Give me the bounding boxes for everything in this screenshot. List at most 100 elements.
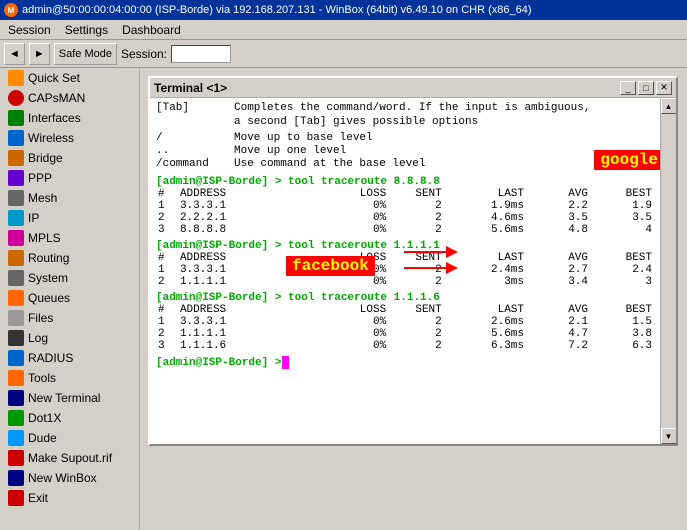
terminal-title: Terminal <1> [154, 81, 227, 95]
table-cell-best: 1.5 [590, 316, 654, 328]
table-cell-loss: 0% [315, 200, 388, 212]
log-icon [8, 330, 24, 346]
table-cell-best: 6.3 [590, 340, 654, 352]
routing-icon [8, 250, 24, 266]
cursor [282, 356, 289, 369]
sidebar-item-newwinbox[interactable]: New WinBox [0, 468, 139, 488]
menu-dashboard[interactable]: Dashboard [116, 22, 187, 38]
help-command-desc: Use command at the base level [234, 158, 425, 170]
system-icon [8, 270, 24, 286]
table-cell-last: 1.9ms [444, 200, 526, 212]
table-cell-last: 4.6ms [444, 212, 526, 224]
table-cell-last: 5.6ms [444, 224, 526, 236]
table-cell-sent: 2 [388, 340, 444, 352]
table-cell-avg: 2.2 [526, 200, 590, 212]
sidebar-item-tools[interactable]: Tools [0, 368, 139, 388]
sidebar-item-bridge[interactable]: Bridge [0, 148, 139, 168]
title-bar: M admin@50:00:00:04:00:00 (ISP-Borde) vi… [0, 0, 687, 20]
table-cell-loss: 0% [315, 328, 388, 340]
newwinbox-icon [8, 470, 24, 486]
table-cell-addr: 1.1.1.1 [178, 328, 315, 340]
bridge-icon [8, 150, 24, 166]
sidebar-item-capsman[interactable]: CAPsMAN [0, 88, 139, 108]
table-cell-addr: 2.2.2.1 [178, 212, 315, 224]
prompt-line: [admin@ISP-Borde] > [156, 356, 654, 369]
close-button[interactable]: ✕ [656, 81, 672, 95]
sidebar-item-system[interactable]: System [0, 268, 139, 288]
sidebar-item-wireless[interactable]: Wireless [0, 128, 139, 148]
back-button[interactable]: ◄ [4, 43, 25, 65]
sidebar-item-newterminal[interactable]: New Terminal [0, 388, 139, 408]
table-cell-avg: 7.2 [526, 340, 590, 352]
table-cell-sent: 2 [388, 212, 444, 224]
terminal-window[interactable]: Terminal <1> _ □ ✕ [Tab] Completes the c… [148, 76, 678, 446]
sidebar-item-ppp[interactable]: PPP [0, 168, 139, 188]
table-cell-n: 3 [156, 340, 178, 352]
scroll-down-button[interactable]: ▼ [661, 428, 677, 444]
session-input[interactable] [171, 45, 231, 63]
table-cell-best: 3.8 [590, 328, 654, 340]
help-tab-desc2: a second [Tab] gives possible options [234, 116, 478, 128]
prompt-text: [admin@ISP-Borde] > [156, 357, 281, 369]
scroll-track[interactable] [661, 114, 676, 428]
safe-mode-button[interactable]: Safe Mode [54, 43, 117, 65]
table-row: 31.1.1.60%26.3ms7.26.3 [156, 340, 654, 352]
table-cell-addr: 3.3.3.1 [178, 200, 315, 212]
sidebar-item-quickset[interactable]: Quick Set [0, 68, 139, 88]
table-cell-sent: 2 [388, 328, 444, 340]
menu-session[interactable]: Session [2, 22, 57, 38]
table-row: 38.8.8.80%25.6ms4.84 [156, 224, 654, 236]
sidebar-item-routing[interactable]: Routing [0, 248, 139, 268]
help-slash-key: / [156, 132, 226, 144]
dot1x-icon [8, 410, 24, 426]
traceroute3-table: # ADDRESS LOSS SENT LAST AVG BEST 13.3.3… [156, 304, 654, 352]
arrow-facebook-1-icon [404, 244, 464, 260]
table-cell-avg: 2.7 [526, 264, 590, 276]
table-cell-best: 2.4 [590, 264, 654, 276]
sidebar-item-files[interactable]: Files [0, 308, 139, 328]
sidebar-item-dude[interactable]: Dude [0, 428, 139, 448]
table-cell-n: 2 [156, 212, 178, 224]
table-cell-best: 4 [590, 224, 654, 236]
help-slash-desc: Move up to base level [234, 132, 373, 144]
sidebar-item-makesupout[interactable]: Make Supout.rif [0, 448, 139, 468]
sidebar-item-dot1x[interactable]: Dot1X [0, 408, 139, 428]
main-content: Quick Set CAPsMAN Interfaces Wireless Br… [0, 68, 687, 530]
table-cell-addr: 3.3.3.1 [178, 316, 315, 328]
session-label: Session: [121, 47, 167, 61]
terminal-titlebar: Terminal <1> _ □ ✕ [150, 78, 676, 98]
table-cell-addr: 8.8.8.8 [178, 224, 315, 236]
files-icon [8, 310, 24, 326]
wireless-icon [8, 130, 24, 146]
table-cell-sent: 2 [388, 200, 444, 212]
minimize-button[interactable]: _ [620, 81, 636, 95]
table-cell-n: 2 [156, 276, 178, 288]
table-row: 21.1.1.10%25.6ms4.73.8 [156, 328, 654, 340]
sidebar-item-ip[interactable]: IP [0, 208, 139, 228]
table-cell-loss: 0% [315, 276, 388, 288]
terminal-scrollbar: ▲ ▼ [660, 98, 676, 444]
terminal-inner: [Tab] Completes the command/word. If the… [150, 98, 676, 444]
dude-icon [8, 430, 24, 446]
sidebar-item-mpls[interactable]: MPLS [0, 228, 139, 248]
arrow-facebook-2-icon [404, 260, 464, 276]
menu-settings[interactable]: Settings [59, 22, 114, 38]
table-cell-sent: 2 [388, 316, 444, 328]
capsman-icon [8, 90, 24, 106]
scroll-up-button[interactable]: ▲ [661, 98, 677, 114]
interfaces-icon [8, 110, 24, 126]
table-cell-last: 2.6ms [444, 316, 526, 328]
table-cell-loss: 0% [315, 316, 388, 328]
sidebar-item-log[interactable]: Log [0, 328, 139, 348]
mpls-icon [8, 230, 24, 246]
sidebar-item-exit[interactable]: Exit [0, 488, 139, 508]
sidebar-item-interfaces[interactable]: Interfaces [0, 108, 139, 128]
sidebar-item-queues[interactable]: Queues [0, 288, 139, 308]
sidebar-item-radius[interactable]: RADIUS [0, 348, 139, 368]
table-cell-addr: 1.1.1.1 [178, 276, 315, 288]
quickset-icon [8, 70, 24, 86]
terminal-body[interactable]: [Tab] Completes the command/word. If the… [150, 98, 660, 444]
maximize-button[interactable]: □ [638, 81, 654, 95]
sidebar-item-mesh[interactable]: Mesh [0, 188, 139, 208]
forward-button[interactable]: ► [29, 43, 50, 65]
